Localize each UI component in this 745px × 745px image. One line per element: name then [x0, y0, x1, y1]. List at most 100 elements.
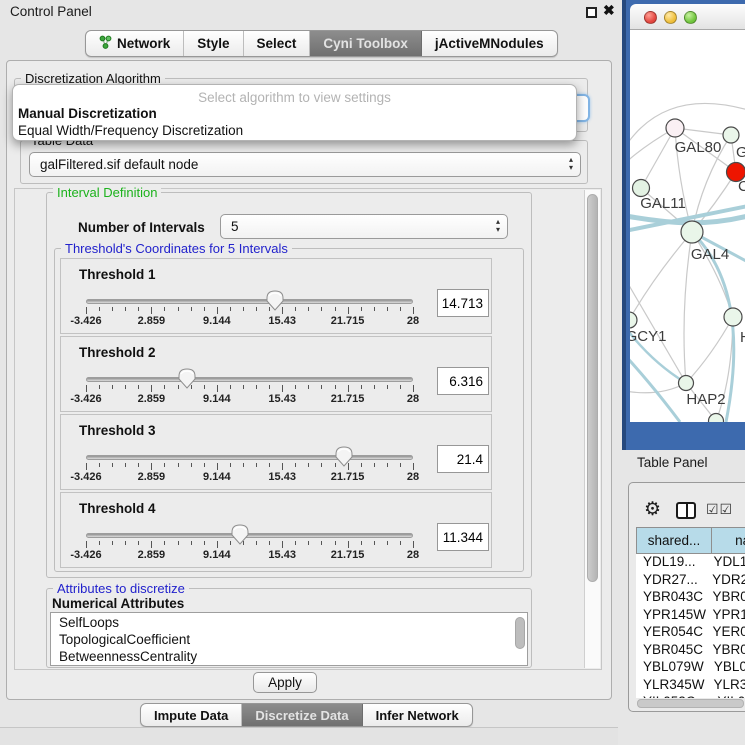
- slider-tick: [99, 307, 100, 311]
- table-cell[interactable]: YBR0: [707, 642, 745, 660]
- table-cell[interactable]: YBL0: [708, 659, 745, 677]
- attribute-list-item[interactable]: BetweennessCentrality: [51, 649, 527, 666]
- table-cell[interactable]: YLR345W: [636, 677, 707, 695]
- slider-tick: [138, 541, 139, 545]
- table-row[interactable]: YIL052CYIL0: [636, 694, 745, 698]
- slider-tick: [348, 307, 349, 314]
- horizontal-scrollbar-thumb[interactable]: [637, 699, 744, 708]
- checkbox-icons[interactable]: ☑☑: [706, 501, 733, 518]
- list-scrollbar-thumb[interactable]: [515, 617, 525, 649]
- table-row[interactable]: YBR045CYBR0: [636, 642, 745, 660]
- float-window-icon[interactable]: [586, 7, 597, 18]
- slider-tick: [361, 385, 362, 389]
- attribute-list-item[interactable]: TopologicalCoefficient: [51, 632, 527, 649]
- slider-tick: [413, 307, 414, 314]
- table-cell[interactable]: YIL052C: [636, 694, 711, 698]
- network-node[interactable]: [666, 119, 684, 137]
- apply-button[interactable]: Apply: [253, 672, 317, 693]
- table-cell[interactable]: YDR27...: [636, 572, 706, 590]
- table-row[interactable]: YBR043CYBR0: [636, 589, 745, 607]
- threshold-value-field[interactable]: [437, 289, 489, 317]
- table-cell[interactable]: YBR0: [707, 589, 745, 607]
- tab-label: Infer Network: [376, 708, 459, 723]
- slider-tick: [217, 541, 218, 548]
- number-of-intervals-combobox[interactable]: 5 ▴▾: [220, 214, 508, 239]
- slider-tick: [256, 463, 257, 467]
- table-row[interactable]: YPR145WYPR1: [636, 607, 745, 625]
- slider-thumb[interactable]: [335, 446, 353, 467]
- horizontal-scrollbar[interactable]: [637, 699, 744, 708]
- table-cell[interactable]: YBR043C: [636, 589, 707, 607]
- table-data-combobox[interactable]: galFiltered.sif default node ▴▾: [29, 152, 581, 177]
- table-cell[interactable]: YBL079W: [636, 659, 708, 677]
- option-equal-width-frequency[interactable]: Equal Width/Frequency Discretization: [16, 123, 573, 139]
- network-node[interactable]: [633, 180, 650, 197]
- slider-tick: [217, 463, 218, 470]
- slider-thumb[interactable]: [266, 290, 284, 311]
- slider-tick: [99, 385, 100, 389]
- tab-cyni-toolbox[interactable]: Cyni Toolbox: [310, 31, 422, 56]
- slider-track[interactable]: [86, 299, 413, 304]
- network-canvas[interactable]: GAL80GACGAL11GAL4GCY1HHAP2: [630, 30, 745, 422]
- threshold-panel: Threshold 4-3.4262.8599.14415.4321.71528: [60, 492, 492, 568]
- table-cell[interactable]: YBR045C: [636, 642, 707, 660]
- network-window-titlebar[interactable]: [630, 4, 745, 30]
- network-node[interactable]: [723, 127, 739, 143]
- slider-track[interactable]: [86, 533, 413, 538]
- tab-jactivemnodules[interactable]: jActiveMNodules: [422, 31, 557, 56]
- table-cell[interactable]: YER054C: [636, 624, 707, 642]
- slider-tick-label: -3.426: [70, 471, 101, 483]
- slider-track[interactable]: [86, 377, 413, 382]
- split-view-icon[interactable]: [676, 502, 696, 519]
- column-header-name[interactable]: name: [711, 527, 745, 554]
- threshold-value-field[interactable]: [437, 367, 489, 395]
- slider-tick: [308, 385, 309, 389]
- table-cell[interactable]: YPR1: [707, 607, 745, 625]
- table-row[interactable]: YDL19...YDL1: [636, 554, 745, 572]
- attribute-list-item[interactable]: SelfLoops: [51, 615, 527, 632]
- table-row[interactable]: YLR345WYLR3: [636, 677, 745, 695]
- tab-impute-data[interactable]: Impute Data: [141, 704, 242, 726]
- slider-tick: [243, 307, 244, 311]
- close-icon[interactable]: ✖: [603, 2, 615, 19]
- slider-track[interactable]: [86, 455, 413, 460]
- slider-thumb[interactable]: [178, 368, 196, 389]
- network-node[interactable]: [724, 308, 742, 326]
- table-cell[interactable]: YLR3: [707, 677, 745, 695]
- tab-select[interactable]: Select: [244, 31, 311, 56]
- slider-tick: [125, 307, 126, 311]
- network-node[interactable]: [630, 312, 637, 328]
- tab-style[interactable]: Style: [184, 31, 243, 56]
- table-cell[interactable]: YDL1: [707, 554, 745, 572]
- network-node[interactable]: [679, 376, 694, 391]
- panel-title: Control Panel: [10, 4, 92, 19]
- threshold-value-field[interactable]: [437, 523, 489, 551]
- table-cell[interactable]: YDR2: [706, 572, 745, 590]
- table-cell[interactable]: YIL0: [711, 694, 745, 698]
- group-title: Attributes to discretize: [53, 581, 189, 596]
- column-header-shared-name[interactable]: shared...: [636, 527, 712, 554]
- table-cell[interactable]: YPR145W: [636, 607, 707, 625]
- zoom-traffic-light[interactable]: [684, 11, 697, 24]
- tab-discretize-data[interactable]: Discretize Data: [242, 704, 362, 726]
- minimize-traffic-light[interactable]: [664, 11, 677, 24]
- close-traffic-light[interactable]: [644, 11, 657, 24]
- network-node[interactable]: [681, 221, 703, 243]
- table-cell[interactable]: YER0: [707, 624, 745, 642]
- slider-tick: [178, 463, 179, 467]
- slider-thumb[interactable]: [231, 524, 249, 545]
- gear-icon[interactable]: ⚙: [644, 498, 661, 521]
- table-cell[interactable]: YDL19...: [636, 554, 707, 572]
- table-row[interactable]: YBL079WYBL0: [636, 659, 745, 677]
- slider-tick: [256, 385, 257, 389]
- network-edge: [641, 128, 675, 188]
- threshold-value-field[interactable]: [437, 445, 489, 473]
- table-row[interactable]: YDR27...YDR2: [636, 572, 745, 590]
- threshold-panel: Threshold 3-3.4262.8599.14415.4321.71528: [60, 414, 492, 490]
- vertical-scrollbar[interactable]: [584, 190, 600, 668]
- option-manual-discretization[interactable]: Manual Discretization: [16, 106, 573, 122]
- vertical-scrollbar-thumb[interactable]: [587, 194, 598, 582]
- table-row[interactable]: YER054CYER0: [636, 624, 745, 642]
- tab-infer-network[interactable]: Infer Network: [363, 704, 472, 726]
- tab-network[interactable]: Network: [86, 31, 184, 56]
